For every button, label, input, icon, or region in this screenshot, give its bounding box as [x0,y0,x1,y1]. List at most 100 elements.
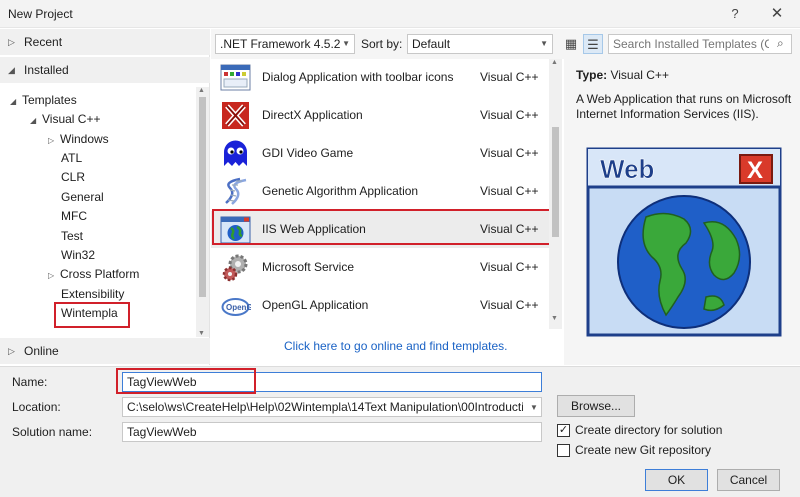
sort-select[interactable]: Default ▼ [407,34,553,54]
window-title: New Project [8,7,73,21]
sort-label: Sort by: [361,37,403,51]
section-online[interactable]: ▷ Online [0,338,210,364]
template-row-dialog-toolbar[interactable]: Dialog Application with toolbar icons Vi… [211,59,549,96]
framework-select[interactable]: .NET Framework 4.5.2 ▼ [215,34,355,54]
project-form: Name: Location: ▼ Browse... Solution nam… [0,366,800,497]
template-language: Visual C++ [480,184,539,198]
tree-node-label: Visual C++ [42,112,101,126]
tree-node-label: Test [61,229,84,243]
template-toolbar: .NET Framework 4.5.2 ▼ Sort by: Default … [211,29,800,59]
find-online-templates-link[interactable]: Click here to go online and find templat… [284,339,507,353]
tree-node-label: Windows [60,132,109,146]
template-details-pane: Type: Visual C++ A Web Application that … [564,59,800,365]
close-button[interactable]: ✕ [764,2,790,26]
chevron-right-icon: ▷ [8,346,15,356]
create-git-repo-checkbox[interactable]: Create new Git repository [557,443,797,459]
tree-node-windows[interactable]: ▷ Windows [48,130,109,149]
create-directory-checkbox[interactable]: ✓ Create directory for solution [557,423,797,439]
ok-button[interactable]: OK [645,469,708,491]
create-git-repo-label: Create new Git repository [575,443,712,457]
section-recent[interactable]: ▷ Recent [0,29,210,55]
template-list: Dialog Application with toolbar icons Vi… [211,59,562,365]
template-language: Visual C++ [480,298,539,312]
help-button[interactable]: ? [722,2,748,26]
tree-node-general[interactable]: General [61,188,104,207]
template-row-opengl-application[interactable]: OpenGL OpenGL Application Visual C++ [211,287,549,324]
search-icon[interactable]: ⌕ [777,36,784,51]
checkbox-checked-icon[interactable]: ✓ [557,424,570,437]
tree-node-mfc[interactable]: MFC [61,207,87,226]
cancel-button[interactable]: Cancel [717,469,780,491]
tree-node-test[interactable]: Test [61,227,83,246]
section-installed-label: Installed [24,63,69,77]
scroll-thumb[interactable] [199,97,206,297]
scroll-thumb[interactable] [552,127,559,237]
dna-icon [225,177,247,205]
template-language: Visual C++ [480,108,539,122]
tree-node-label: MFC [61,209,87,223]
collapsed-arrow-icon: ▷ [48,136,55,145]
preview-close-glyph: X [747,157,763,184]
location-label: Location: [12,400,61,414]
chevron-down-icon: ◢ [8,65,15,75]
template-scrollbar[interactable]: ▲ ▼ [549,59,562,329]
dialog-toolbar-icon [220,64,251,91]
solution-name-input[interactable] [122,422,542,442]
tree-node-label: Cross Platform [60,267,140,281]
expanded-arrow-icon: ◢ [10,97,17,106]
tree-node-label: Templates [22,93,77,107]
checkbox-unchecked-icon[interactable] [557,444,570,457]
scroll-up-icon[interactable]: ▲ [198,87,205,94]
template-language: Visual C++ [480,260,539,274]
tree-node-label: CLR [61,170,86,184]
framework-value: .NET Framework 4.5.2 [220,37,341,51]
sort-value: Default [412,37,451,51]
section-installed[interactable]: ◢ Installed [0,57,210,83]
location-input[interactable] [122,397,542,417]
scroll-down-icon[interactable]: ▼ [551,315,558,322]
tree-node-visual-cpp[interactable]: ◢ Visual C++ [30,110,100,129]
template-row-gdi-video-game[interactable]: GDI Video Game Visual C++ [211,135,549,172]
tree-node-win32[interactable]: Win32 [61,246,95,265]
name-input-highlight [116,368,256,394]
category-scrollbar[interactable]: ▲ ▼ [196,87,209,337]
solution-name-label: Solution name: [12,425,93,439]
tree-node-label: Win32 [61,248,96,262]
scroll-down-icon[interactable]: ▼ [198,330,205,337]
opengl-icon: OpenGL [221,298,251,316]
template-type: Type: Visual C++ [576,68,669,82]
tree-node-label: ATL [61,151,83,165]
tree-node-clr[interactable]: CLR [61,168,85,187]
browse-button[interactable]: Browse... [557,395,635,417]
category-tree: ◢ Templates ◢ Visual C++ ▷ Windows ATL CLR … [0,87,196,337]
template-row-directx[interactable]: DirectX Application Visual C++ [211,97,549,134]
create-directory-label: Create directory for solution [575,423,723,437]
tree-node-cross-platform[interactable]: ▷ Cross Platform [48,265,139,284]
list-view-icon[interactable]: ☰ [583,34,603,54]
template-search-input[interactable] [608,34,792,54]
chevron-right-icon: ▷ [8,37,15,47]
template-language: Visual C++ [480,146,539,160]
collapsed-arrow-icon: ▷ [48,271,55,280]
template-name: GDI Video Game [262,146,354,160]
web-application-preview-icon: Web X [586,147,782,337]
template-row-microsoft-service[interactable]: Microsoft Service Visual C++ [211,249,549,286]
chevron-down-icon: ▼ [540,39,548,48]
template-description: A Web Application that runs on Microsoft… [576,92,792,121]
name-label: Name: [12,375,48,389]
tree-node-label: Extensibility [61,287,125,301]
chevron-down-icon: ▼ [342,39,350,48]
scroll-up-icon[interactable]: ▲ [551,59,558,66]
gears-icon [222,254,248,282]
template-name: Microsoft Service [262,260,355,274]
tree-node-templates[interactable]: ◢ Templates [10,91,77,110]
type-label: Type: [576,68,608,82]
directx-icon [222,102,249,129]
template-name: Genetic Algorithm Application [262,184,419,198]
template-row-genetic-algorithm[interactable]: Genetic Algorithm Application Visual C++ [211,173,549,210]
pacman-ghost-icon [224,140,247,166]
chevron-down-icon[interactable]: ▼ [530,403,538,412]
tree-node-atl[interactable]: ATL [61,149,82,168]
section-recent-label: Recent [24,35,63,49]
grid-view-icon[interactable]: ▦ [561,34,581,54]
